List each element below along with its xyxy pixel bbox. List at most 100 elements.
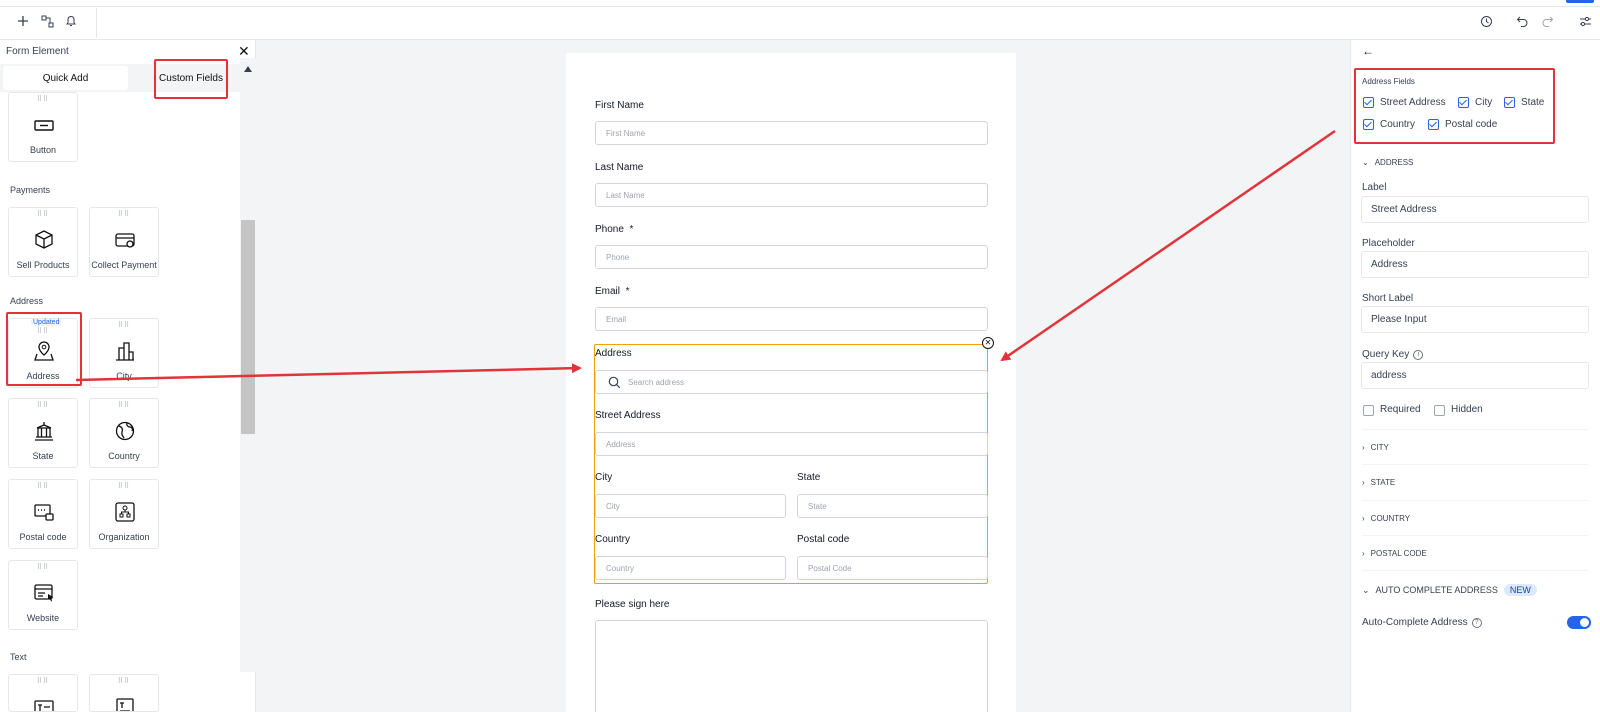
signature-pad[interactable] bbox=[595, 620, 988, 712]
query-key-input[interactable]: address bbox=[1361, 362, 1589, 389]
hidden-checkbox-label: Hidden bbox=[1451, 404, 1483, 415]
required-checkbox[interactable] bbox=[1363, 405, 1374, 416]
auto-complete-toggle[interactable] bbox=[1567, 616, 1591, 629]
email-input[interactable]: Email bbox=[595, 307, 988, 331]
annotation-highlight-custom-fields bbox=[154, 59, 228, 99]
element-card-postal-code[interactable]: ⠿⠿ Postal code bbox=[8, 479, 78, 549]
element-card-text-multi[interactable]: ⠿⠿ bbox=[89, 674, 159, 712]
settings-icon[interactable] bbox=[1578, 14, 1592, 28]
scroll-up-arrow[interactable] bbox=[244, 66, 252, 72]
globe-icon bbox=[115, 421, 135, 441]
toolbar-divider bbox=[96, 8, 97, 38]
section-divider bbox=[1362, 500, 1588, 501]
chevron-down-icon: ⌄ bbox=[1362, 584, 1370, 595]
postal-code-input[interactable]: Postal Code bbox=[797, 556, 988, 580]
element-card-collect-payment[interactable]: ⠿⠿ Collect Payment bbox=[89, 207, 159, 277]
placeholder-input[interactable]: Address bbox=[1361, 251, 1589, 278]
section-country-title: COUNTRY bbox=[1370, 514, 1411, 523]
section-postal-header[interactable]: › POSTAL CODE bbox=[1362, 549, 1427, 558]
text-area-icon bbox=[116, 698, 134, 711]
query-key-title-text: Query Key bbox=[1362, 349, 1410, 360]
undo-icon[interactable] bbox=[1515, 14, 1529, 28]
organization-icon bbox=[115, 502, 135, 522]
scrollbar-thumb[interactable] bbox=[241, 220, 255, 434]
search-address-input[interactable]: Search address bbox=[595, 370, 988, 394]
element-card-city[interactable]: ⠿⠿ City bbox=[89, 318, 159, 388]
history-icon[interactable] bbox=[1479, 14, 1493, 28]
website-icon bbox=[34, 584, 53, 602]
signature-label: Please sign here bbox=[595, 599, 670, 610]
section-city-header[interactable]: › CITY bbox=[1362, 443, 1389, 452]
street-address-input[interactable]: Address bbox=[595, 432, 988, 456]
remove-field-close-icon[interactable]: ✕ bbox=[982, 337, 994, 349]
section-auto-complete-header[interactable]: ⌄ AUTO COMPLETE ADDRESS NEW bbox=[1362, 584, 1537, 596]
element-card-sell-products[interactable]: ⠿⠿ Sell Products bbox=[8, 207, 78, 277]
section-divider bbox=[1362, 535, 1588, 536]
redo-icon[interactable] bbox=[1540, 14, 1554, 28]
element-card-state[interactable]: ⠿⠿ State bbox=[8, 398, 78, 468]
drag-handle-icon: ⠿⠿ bbox=[36, 678, 50, 685]
drag-handle-icon: ⠿⠿ bbox=[117, 483, 131, 490]
section-divider bbox=[1362, 570, 1588, 571]
auto-complete-label: Auto-Complete Address? bbox=[1362, 617, 1482, 628]
hidden-checkbox[interactable] bbox=[1434, 405, 1445, 416]
city-input[interactable]: City bbox=[595, 494, 786, 518]
phone-label: Phone * bbox=[595, 224, 633, 235]
section-divider bbox=[1362, 429, 1588, 430]
email-label-text: Email bbox=[595, 286, 621, 297]
drag-handle-icon: ⠿⠿ bbox=[36, 402, 50, 409]
top-toolbar bbox=[0, 0, 1600, 40]
short-label-title: Short Label bbox=[1362, 293, 1414, 304]
section-state-title: STATE bbox=[1370, 478, 1396, 487]
first-name-label: First Name bbox=[595, 100, 644, 111]
text-field-icon bbox=[34, 700, 54, 711]
drag-handle-icon: ⠿⠿ bbox=[117, 678, 131, 685]
close-icon[interactable]: ✕ bbox=[238, 44, 250, 58]
tab-quick-add[interactable]: Quick Add bbox=[3, 66, 128, 90]
chevron-right-icon: › bbox=[1362, 549, 1365, 558]
card-label: Collect Payment bbox=[91, 260, 157, 270]
card-label: Postal code bbox=[19, 532, 67, 542]
first-name-input[interactable]: First Name bbox=[595, 121, 988, 145]
section-text: Text bbox=[10, 652, 27, 662]
back-arrow-icon[interactable]: ← bbox=[1362, 44, 1374, 58]
postal-icon bbox=[34, 504, 54, 521]
help-icon[interactable]: ? bbox=[1471, 617, 1482, 628]
bell-icon[interactable] bbox=[64, 14, 78, 28]
info-icon[interactable]: i bbox=[1413, 349, 1424, 360]
card-label: Organization bbox=[98, 532, 150, 542]
phone-input[interactable]: Phone bbox=[595, 245, 988, 269]
street-address-label: Street Address bbox=[595, 410, 661, 421]
section-city-title: CITY bbox=[1370, 443, 1389, 452]
button-icon bbox=[34, 120, 54, 131]
annotation-highlight-address-fields bbox=[1354, 68, 1555, 144]
element-card-button[interactable]: ⠿⠿ Button bbox=[8, 92, 78, 162]
state-input[interactable]: State bbox=[797, 494, 988, 518]
short-label-input[interactable]: Please Input bbox=[1361, 306, 1589, 333]
drag-handle-icon: ⠿⠿ bbox=[117, 322, 131, 329]
country-input[interactable]: Country bbox=[595, 556, 786, 580]
element-card-website[interactable]: ⠿⠿ Website bbox=[8, 560, 78, 630]
section-state-header[interactable]: › STATE bbox=[1362, 478, 1395, 487]
email-label: Email * bbox=[595, 286, 629, 297]
card-label: Country bbox=[108, 451, 140, 461]
top-divider-line bbox=[0, 6, 1600, 7]
publish-button-edge[interactable] bbox=[1566, 0, 1594, 3]
element-card-country[interactable]: ⠿⠿ Country bbox=[89, 398, 159, 468]
plus-icon[interactable] bbox=[16, 14, 30, 28]
required-marker: * bbox=[625, 286, 630, 297]
element-card-text-single[interactable]: ⠿⠿ bbox=[8, 674, 78, 712]
last-name-input[interactable]: Last Name bbox=[595, 183, 988, 207]
drag-handle-icon: ⠿⠿ bbox=[36, 564, 50, 571]
last-name-label: Last Name bbox=[595, 162, 644, 173]
element-card-organization[interactable]: ⠿⠿ Organization bbox=[89, 479, 159, 549]
city-buildings-icon bbox=[116, 342, 134, 361]
section-country-header[interactable]: › COUNTRY bbox=[1362, 514, 1410, 523]
card-label: City bbox=[116, 371, 132, 381]
chevron-down-icon: ⌄ bbox=[1362, 158, 1369, 167]
label-input[interactable]: Street Address bbox=[1361, 196, 1589, 223]
postal-code-label: Postal code bbox=[797, 534, 850, 545]
chevron-right-icon: › bbox=[1362, 514, 1365, 523]
section-address-header[interactable]: ⌄ ADDRESS bbox=[1362, 158, 1413, 167]
flow-icon[interactable] bbox=[40, 14, 54, 28]
